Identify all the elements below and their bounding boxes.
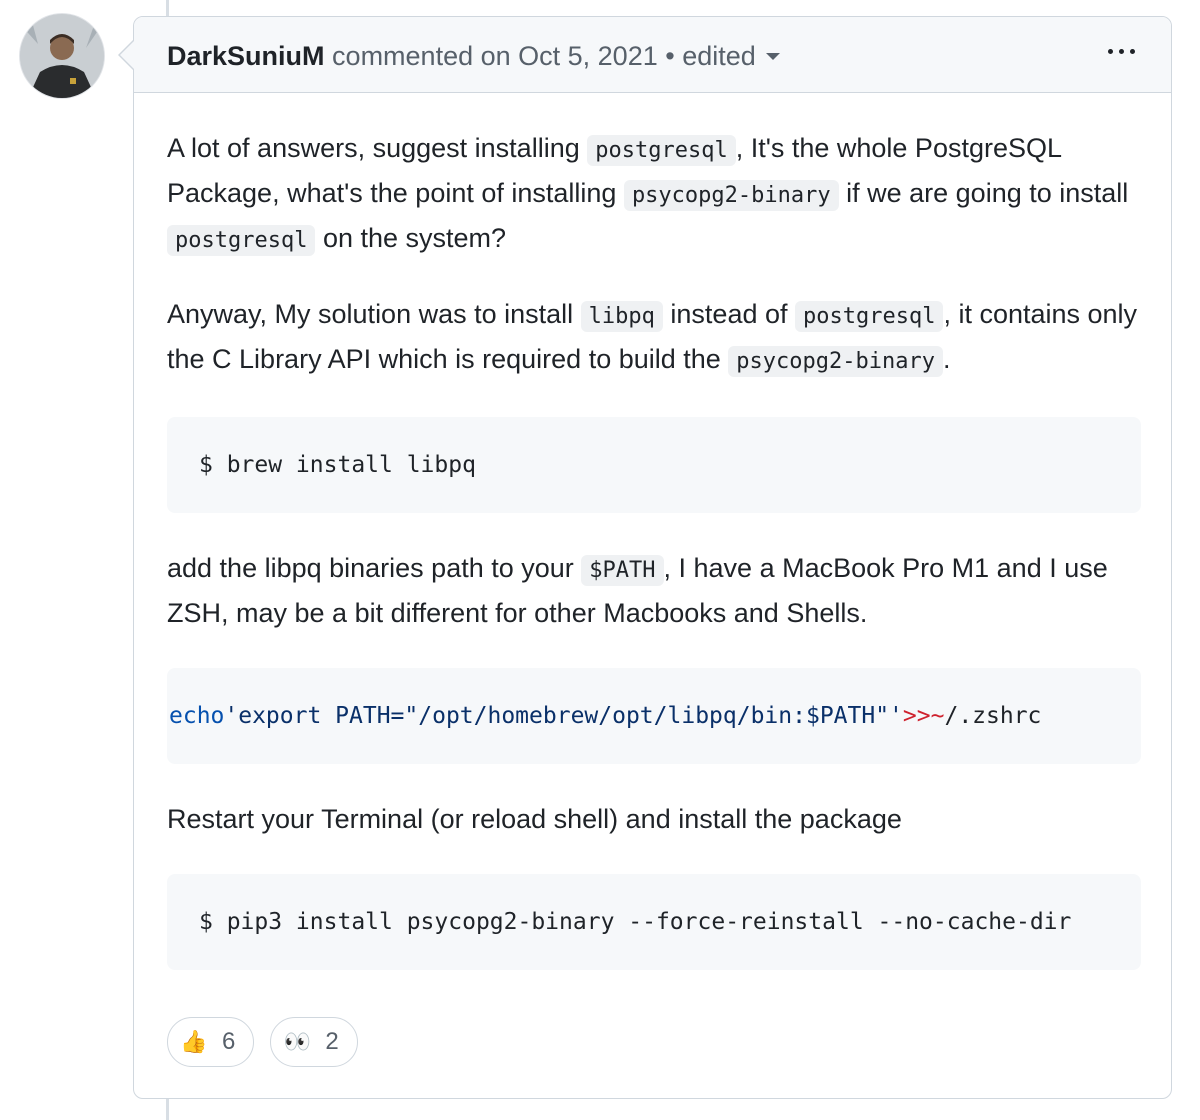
reaction-count: 2 xyxy=(325,1028,339,1055)
reaction-eyes[interactable]: 👀 2 xyxy=(270,1017,358,1067)
inline-code: libpq xyxy=(580,301,663,332)
code-text: /.zshrc xyxy=(944,703,1042,729)
reactions-bar: 👍 6 👀 2 xyxy=(167,1017,358,1067)
inline-code: psycopg2-binary xyxy=(623,180,839,211)
author-link[interactable]: DarkSuniuM xyxy=(167,41,325,71)
dot xyxy=(1130,49,1135,54)
reaction-count: 6 xyxy=(222,1028,236,1055)
code-operator: ~ xyxy=(930,703,945,729)
comment-meta: DarkSuniuM commented on Oct 5, 2021 • ed… xyxy=(167,40,780,72)
avatar-photo-icon xyxy=(20,14,104,98)
text: A lot of answers, suggest installing xyxy=(167,133,588,163)
paragraph-2: Anyway, My solution was to install libpq… xyxy=(167,293,1141,383)
inline-code: postgresql xyxy=(167,225,316,256)
text: add the libpq binaries path to your xyxy=(167,553,582,583)
more-options-icon[interactable] xyxy=(1108,49,1135,54)
code-string: 'export PATH="/opt/homebrew/opt/libpq/bi… xyxy=(224,703,903,729)
text: if we are going to install xyxy=(838,178,1129,208)
eyes-icon: 👀 xyxy=(283,1029,312,1054)
comment-pointer-fill xyxy=(120,41,134,69)
edited-menu[interactable]: edited xyxy=(682,41,780,71)
code-block-brew[interactable]: $ brew install libpq xyxy=(167,417,1141,513)
inline-code: postgresql xyxy=(587,135,736,166)
inline-code: $PATH xyxy=(581,555,664,586)
meta-separator: • xyxy=(665,41,675,71)
thumbs-up-icon: 👍 xyxy=(180,1029,208,1054)
paragraph-4: Restart your Terminal (or reload shell) … xyxy=(167,804,902,834)
comment-box: DarkSuniuM commented on Oct 5, 2021 • ed… xyxy=(133,16,1172,1099)
text: instead of xyxy=(662,299,795,329)
paragraph-1: A lot of answers, suggest installing pos… xyxy=(167,127,1141,262)
edited-label: edited xyxy=(682,41,756,71)
code-block-pip[interactable]: $ pip3 install psycopg2-binary --force-r… xyxy=(167,874,1141,970)
chevron-down-icon xyxy=(765,53,780,61)
code-block-echo[interactable]: echo 'export PATH="/opt/homebrew/opt/lib… xyxy=(167,668,1141,764)
inline-code: psycopg2-binary xyxy=(728,346,943,377)
comment-header: DarkSuniuM commented on Oct 5, 2021 • ed… xyxy=(134,17,1171,93)
inline-code: postgresql xyxy=(795,301,944,332)
dot xyxy=(1108,49,1113,54)
paragraph-3: add the libpq binaries path to your $PAT… xyxy=(167,547,1141,634)
comment-body: A lot of answers, suggest installing pos… xyxy=(167,127,1141,970)
code-keyword: echo xyxy=(169,703,225,729)
text: . xyxy=(942,344,951,374)
dot xyxy=(1119,49,1124,54)
text: Anyway, My solution was to install xyxy=(167,299,581,329)
code-operator: >> xyxy=(902,703,931,729)
text: on the system? xyxy=(315,223,507,253)
reaction-thumbs-up[interactable]: 👍 6 xyxy=(167,1017,255,1067)
avatar[interactable] xyxy=(20,14,104,98)
comment-timestamp[interactable]: commented on Oct 5, 2021 xyxy=(332,41,658,71)
